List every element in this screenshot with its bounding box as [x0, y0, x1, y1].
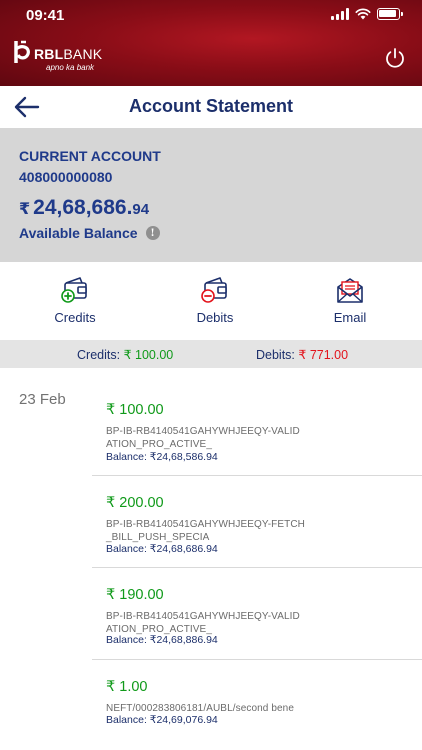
- credits-button[interactable]: Credits: [25, 276, 125, 325]
- email-button[interactable]: Email: [300, 276, 400, 325]
- status-bar: 09:41: [0, 0, 422, 30]
- power-icon[interactable]: [384, 47, 406, 69]
- transaction-balance: Balance: ₹24,68,586.94: [106, 451, 218, 463]
- title-bar: Account Statement: [0, 86, 422, 128]
- wallet-plus-icon: [61, 277, 87, 303]
- credits-total: Credits: ₹ 100.00: [77, 347, 173, 362]
- battery-icon: [377, 8, 403, 20]
- credit-debit-summary: Credits: ₹ 100.00 Debits: ₹ 771.00: [0, 340, 422, 368]
- statement-actions: Credits Debits Email: [0, 262, 422, 340]
- transaction-amount: ₹ 1.00: [106, 679, 148, 695]
- transaction-description: BP-IB-RB4140541GAHYWHJEEQY-VALID ATION_P…: [106, 610, 316, 636]
- transaction-item[interactable]: ₹ 1.00 NEFT/000283806181/AUBL/second ben…: [92, 660, 422, 750]
- credits-total-value: ₹ 100.00: [123, 348, 174, 362]
- transaction-description-line1: BP-IB-RB4140541GAHYWHJEEQY-VALID: [106, 426, 300, 437]
- envelope-icon: [337, 278, 363, 303]
- transaction-description-line1: BP-IB-RB4140541GAHYWHJEEQY-FETCH: [106, 519, 306, 530]
- transaction-amount: ₹ 200.00: [106, 495, 164, 511]
- available-balance-amount: ₹24,68,686.94: [19, 196, 149, 220]
- brand-name-bold: RBL: [34, 46, 64, 62]
- account-summary-card: CURRENT ACCOUNT 408000000080 ₹24,68,686.…: [0, 128, 422, 262]
- transaction-amount: ₹ 100.00: [106, 402, 164, 418]
- currency-symbol: ₹: [19, 201, 31, 218]
- transaction-balance: Balance: ₹24,69,076.94: [106, 714, 218, 726]
- credits-label: Credits: [54, 310, 96, 325]
- available-balance-label-row: Available Balance !: [19, 225, 160, 241]
- wifi-icon: [355, 8, 371, 20]
- transaction-item[interactable]: ₹ 100.00 BP-IB-RB4140541GAHYWHJEEQY-VALI…: [92, 383, 422, 476]
- debits-label: Debits: [196, 310, 234, 325]
- account-type: CURRENT ACCOUNT: [19, 148, 161, 164]
- cellular-signal-icon: [331, 8, 349, 20]
- transaction-amount: ₹ 190.00: [106, 587, 164, 603]
- info-icon[interactable]: !: [145, 226, 160, 240]
- status-time: 09:41: [26, 7, 65, 24]
- transaction-description-line1: BP-IB-RB4140541GAHYWHJEEQY-VALID: [106, 611, 300, 622]
- debits-total-label: Debits:: [256, 348, 295, 362]
- balance-decimal: 94: [132, 201, 150, 218]
- debits-total: Debits: ₹ 771.00: [256, 347, 348, 362]
- available-balance-label: Available Balance: [19, 225, 138, 241]
- transaction-balance: Balance: ₹24,68,686.94: [106, 543, 218, 555]
- status-icons: [331, 8, 403, 20]
- rbl-logo-mark-icon: [14, 40, 30, 63]
- balance-main: 24,68,686.: [33, 196, 133, 219]
- debits-total-value: ₹ 771.00: [298, 348, 349, 362]
- transaction-balance: Balance: ₹24,68,886.94: [106, 634, 218, 646]
- brand-tagline: apno ka bank: [46, 63, 95, 72]
- transaction-description-line2: ATION_PRO_ACTIVE_: [106, 439, 212, 450]
- transaction-description: BP-IB-RB4140541GAHYWHJEEQY-VALID ATION_P…: [106, 425, 316, 451]
- transaction-item[interactable]: ₹ 200.00 BP-IB-RB4140541GAHYWHJEEQY-FETC…: [92, 476, 422, 568]
- rbl-bank-logo: RBLBANK apno ka bank: [14, 40, 102, 72]
- statement-date: 23 Feb: [19, 391, 66, 408]
- page-title: Account Statement: [128, 96, 294, 116]
- brand-name-rest: BANK: [63, 46, 103, 62]
- debits-button[interactable]: Debits: [165, 276, 265, 325]
- app-header: 09:41 RBLBANK apno ka bank: [0, 0, 422, 86]
- email-label: Email: [333, 310, 367, 325]
- account-number: 408000000080: [19, 169, 113, 185]
- transaction-description: BP-IB-RB4140541GAHYWHJEEQY-FETCH _BILL_P…: [106, 518, 316, 544]
- transaction-item[interactable]: ₹ 190.00 BP-IB-RB4140541GAHYWHJEEQY-VALI…: [92, 568, 422, 660]
- wallet-minus-icon: [201, 277, 227, 303]
- credits-total-label: Credits:: [77, 348, 121, 362]
